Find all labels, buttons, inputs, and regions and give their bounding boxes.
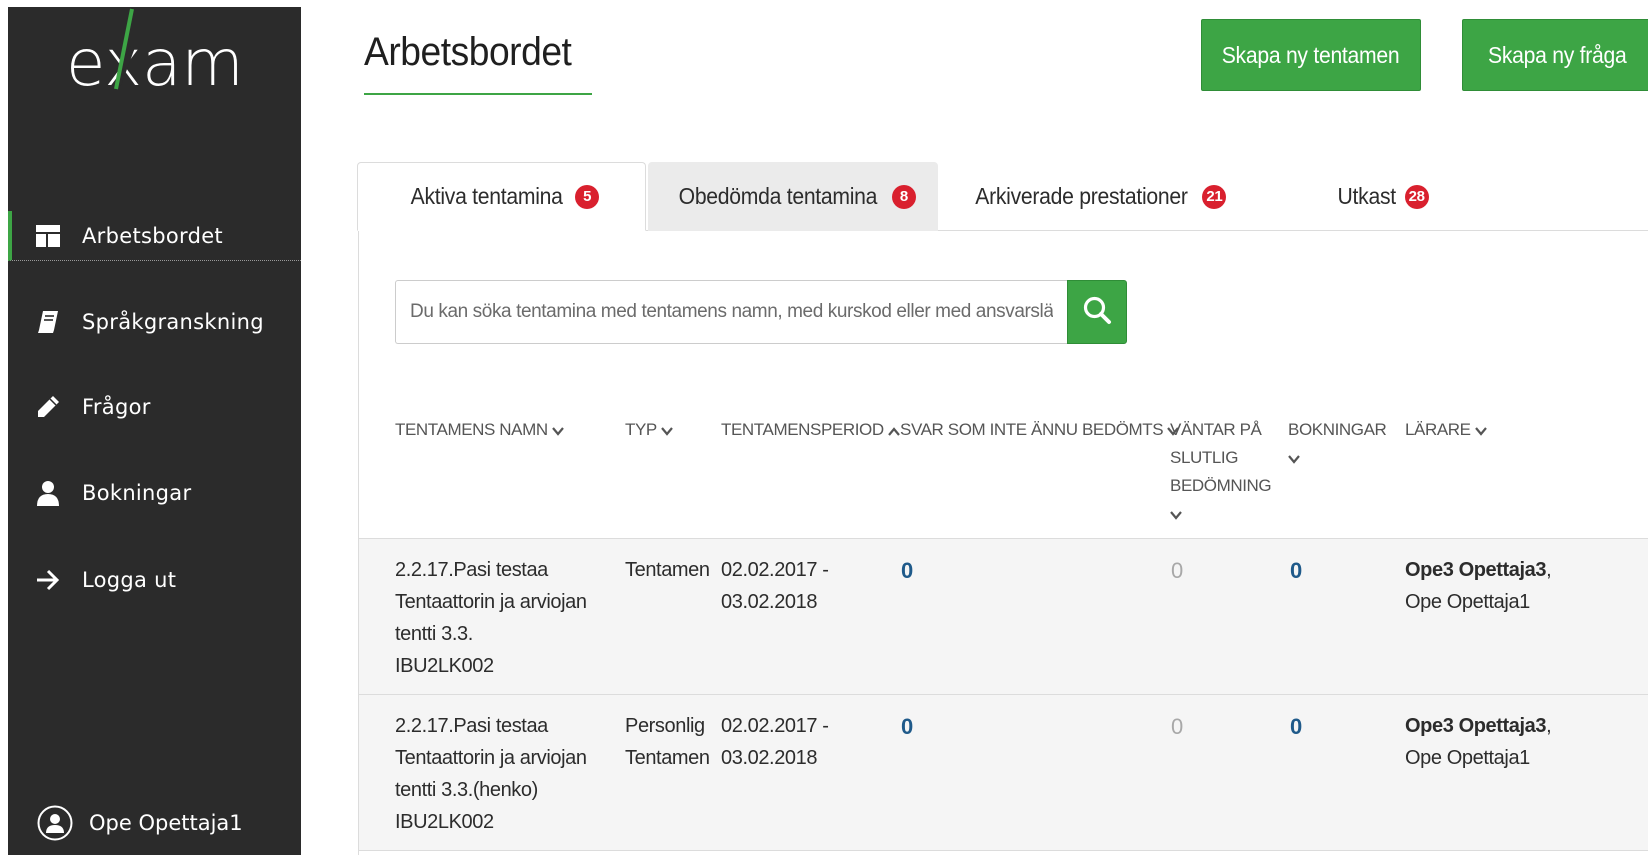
exam-name-line: Tentaattorin ja arviojan [395, 591, 587, 613]
column-header-type[interactable]: TYP [625, 416, 673, 445]
column-header-label: TENTAMENSPERIOD [721, 420, 884, 439]
tab-label: Aktiva tentamina [410, 183, 563, 209]
column-header-label: VÄNTAR PÅ [1170, 420, 1262, 439]
tab-obedomda-tentamina[interactable]: Obedömda tentamina 8 [648, 162, 938, 231]
user-icon [34, 479, 62, 507]
sidebar-item-label: Logga ut [82, 568, 177, 592]
chevron-down-icon [1288, 445, 1300, 473]
column-header-awaiting-final[interactable]: VÄNTAR PÅ SLUTLIG BEDÖMNING [1170, 416, 1280, 529]
exam-name-line: 2.2.17.Pasi testaa [395, 559, 548, 581]
chevron-down-icon [661, 417, 673, 445]
title-underline [364, 93, 592, 95]
exam-type-line: Tentamen [625, 559, 710, 581]
create-exam-button[interactable]: Skapa ny tentamen [1201, 19, 1421, 91]
row-divider [358, 850, 1648, 851]
chevron-down-icon [551, 417, 564, 445]
column-header-label: BOKNINGAR [1288, 420, 1387, 439]
exam-type-cell: Tentamen [625, 554, 710, 586]
exam-period-cell: 02.02.2017 - 03.02.2018 [721, 554, 829, 618]
column-header-label: LÄRARE [1405, 420, 1471, 439]
count-badge: 5 [575, 184, 600, 209]
column-header-period[interactable]: TENTAMENSPERIOD [721, 416, 900, 445]
exam-name-line: tentti 3.3. [395, 623, 473, 645]
column-header-label: TENTAMENS NAMN [395, 420, 548, 439]
sidebar-item-bokningar[interactable]: Bokningar [8, 468, 301, 518]
awaiting-final-count: 0 [1171, 558, 1184, 583]
teacher-secondary: Ope Opettaja1 [1405, 591, 1530, 613]
search-button[interactable] [1067, 280, 1127, 344]
logo-text: exam [66, 27, 244, 101]
tab-arkiverade-prestationer[interactable]: Arkiverade prestationer 21 [940, 162, 1252, 231]
chevron-up-icon [887, 417, 900, 445]
exam-period-line: 03.02.2018 [721, 591, 818, 613]
column-header-label: BEDÖMNING [1170, 476, 1272, 495]
bookings-count[interactable]: 0 [1290, 558, 1302, 584]
course-code: IBU2LK002 [395, 811, 494, 833]
tab-aktiva-tentamina[interactable]: Aktiva tentamina 5 [357, 162, 646, 231]
sidebar-item-label: Språkgranskning [82, 310, 264, 334]
column-header-label: SLUTLIG [1170, 448, 1239, 467]
search-input[interactable] [395, 280, 1067, 344]
unassessed-count[interactable]: 0 [901, 558, 913, 584]
teachers-cell: Ope3 Opettaja3, Ope Opettaja1 [1405, 554, 1552, 618]
column-header-label: SVAR SOM INTE ÄNNU BEDÖMTS [900, 420, 1164, 439]
user-profile[interactable]: Ope Opettaja1 [8, 797, 301, 849]
sidebar-item-label: Bokningar [82, 481, 192, 505]
course-code: IBU2LK002 [395, 655, 494, 677]
exam-name-line: tentti 3.3.(henko) [395, 779, 538, 801]
awaiting-final-count: 0 [1171, 714, 1184, 739]
exam-name-line: Tentaattorin ja arviojan [395, 747, 587, 769]
exam-period-line: 02.02.2017 - [721, 559, 829, 581]
exam-type-line: Personlig [625, 715, 705, 737]
exam-period-line: 02.02.2017 - [721, 715, 829, 737]
sidebar: exam Arbetsbordet Språkgranskning Frågor… [8, 7, 301, 855]
page-title: Arbetsbordet [364, 30, 572, 74]
tab-utkast[interactable]: Utkast 28 [1262, 162, 1502, 231]
sidebar-item-sprakgranskning[interactable]: Språkgranskning [8, 297, 301, 347]
count-badge: 8 [891, 184, 916, 209]
column-header-bookings[interactable]: BOKNINGAR [1288, 416, 1388, 473]
book-icon [34, 308, 62, 336]
sidebar-item-arbetsbordet[interactable]: Arbetsbordet [8, 211, 301, 261]
exam-period-cell: 02.02.2017 - 03.02.2018 [721, 710, 829, 774]
chevron-down-icon [1474, 417, 1487, 445]
pencil-icon [34, 393, 62, 421]
exam-name-line: 2.2.17.Pasi testaa [395, 715, 548, 737]
tab-label: Obedömda tentamina [678, 183, 878, 209]
teachers-cell: Ope3 Opettaja3, Ope Opettaja1 [1405, 710, 1552, 774]
create-question-button[interactable]: Skapa ny fråga [1462, 19, 1648, 91]
count-badge: 21 [1202, 184, 1227, 209]
column-header-unassessed[interactable]: SVAR SOM INTE ÄNNU BEDÖMTS [900, 416, 1180, 445]
avatar-icon [37, 805, 73, 841]
exam-logo[interactable]: exam [66, 7, 246, 117]
exam-name-cell[interactable]: 2.2.17.Pasi testaa Tentaattorin ja arvio… [395, 554, 587, 682]
tab-label: Utkast [1337, 183, 1397, 209]
search-icon [1082, 295, 1112, 330]
exam-type-cell: Personlig Tentamen [625, 710, 710, 774]
count-badge: 28 [1404, 184, 1429, 209]
chevron-down-icon [1170, 501, 1182, 529]
create-exam-button-label: Skapa ny tentamen [1222, 41, 1400, 68]
unassessed-count[interactable]: 0 [901, 714, 913, 740]
user-name: Ope Opettaja1 [89, 811, 243, 835]
column-header-name[interactable]: TENTAMENS NAMN [395, 416, 564, 445]
sidebar-item-label: Frågor [82, 395, 151, 419]
sidebar-item-fragor[interactable]: Frågor [8, 382, 301, 432]
column-header-label: TYP [625, 420, 657, 439]
teacher-primary: Ope3 Opettaja3 [1405, 715, 1547, 737]
exam-period-line: 03.02.2018 [721, 747, 818, 769]
bookings-count[interactable]: 0 [1290, 714, 1302, 740]
exam-type-line: Tentamen [625, 747, 710, 769]
sidebar-item-logga-ut[interactable]: Logga ut [8, 555, 301, 605]
sidebar-item-label: Arbetsbordet [82, 223, 223, 248]
column-header-teachers[interactable]: LÄRARE [1405, 416, 1487, 445]
tab-label: Arkiverade prestationer [974, 183, 1188, 209]
teacher-secondary: Ope Opettaja1 [1405, 747, 1530, 769]
app-root: exam Arbetsbordet Språkgranskning Frågor… [0, 0, 1648, 855]
dashboard-icon [34, 222, 62, 250]
teacher-primary: Ope3 Opettaja3 [1405, 559, 1547, 581]
arrow-right-icon [34, 566, 62, 594]
create-question-button-label: Skapa ny fråga [1487, 41, 1627, 68]
exam-name-cell[interactable]: 2.2.17.Pasi testaa Tentaattorin ja arvio… [395, 710, 587, 838]
